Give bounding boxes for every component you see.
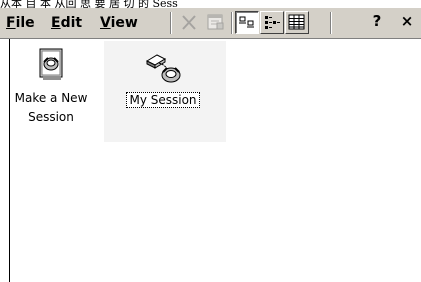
toolbar-separator [170, 12, 172, 34]
small-icons-button[interactable] [260, 11, 284, 34]
details-icon [288, 14, 305, 30]
item-label: Session [28, 110, 74, 124]
help-button[interactable]: ? [365, 11, 389, 34]
toolbar-separator [330, 12, 332, 34]
properties-button[interactable] [204, 11, 228, 34]
toolbar-separator [231, 12, 233, 34]
item-label: My Session [126, 92, 200, 108]
large-icons-icon [239, 16, 254, 28]
menu-view[interactable]: View [97, 12, 141, 34]
menu-file[interactable]: File [3, 12, 38, 34]
session-connection-icon [145, 54, 181, 83]
delete-icon [182, 15, 196, 30]
list-item-my-session[interactable]: My Session [118, 51, 208, 108]
menu-edit[interactable]: Edit [48, 12, 85, 34]
large-icons-button[interactable] [235, 11, 259, 34]
window-edge [9, 39, 10, 282]
list-item-make-new-session[interactable]: Make a New Session [8, 47, 94, 125]
delete-button[interactable] [177, 11, 201, 34]
command-bar: File Edit View ? × [0, 8, 421, 39]
close-button[interactable]: × [395, 11, 419, 34]
properties-icon [207, 14, 224, 30]
window-title-fragment: 从本 目 本 从回 思 要 居 切 的 Sess [0, 0, 178, 8]
session-list-view[interactable]: Make a New Session My Session [0, 39, 421, 282]
new-session-icon [39, 48, 63, 80]
small-icons-icon [265, 16, 280, 29]
details-button[interactable] [285, 11, 309, 34]
item-label: Make a New [14, 91, 88, 105]
